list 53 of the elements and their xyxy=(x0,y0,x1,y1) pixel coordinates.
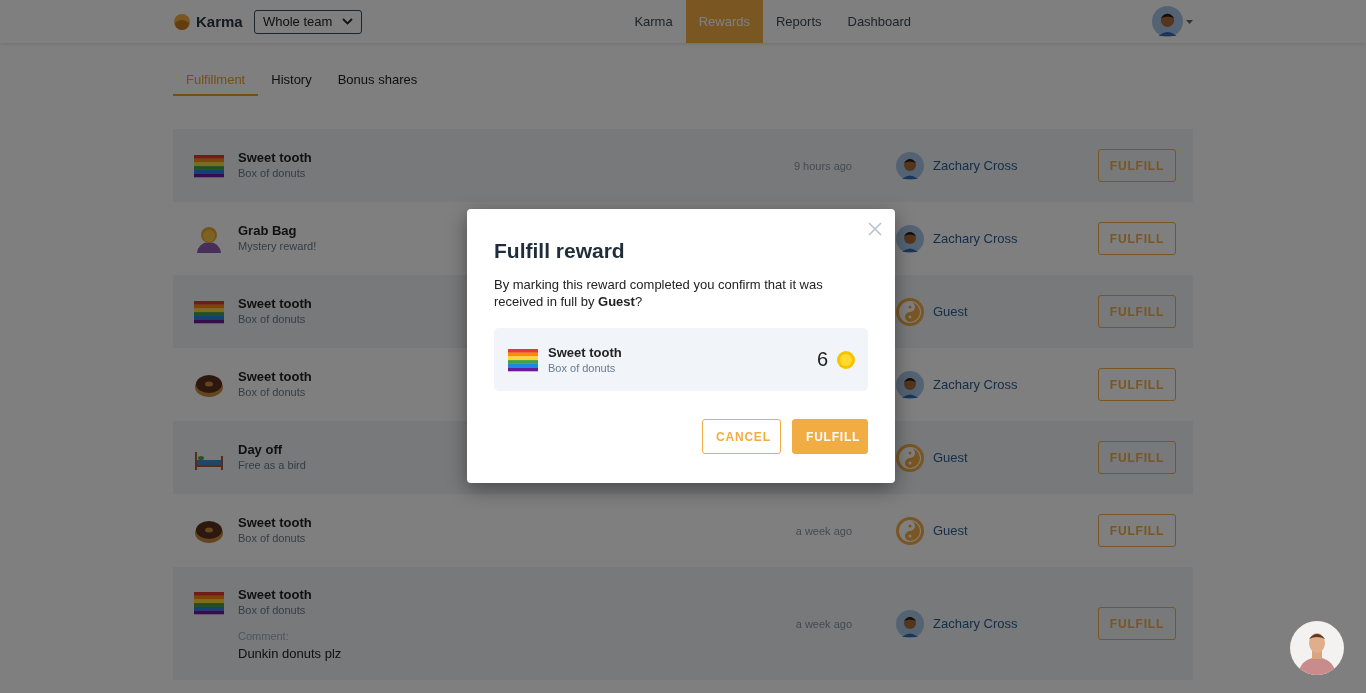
fulfill-button[interactable]: FULFILL xyxy=(1098,222,1176,255)
reward-description: Box of donuts xyxy=(238,312,307,325)
user-link[interactable]: Zachary Cross xyxy=(933,231,1018,246)
user-link[interactable]: Zachary Cross xyxy=(933,158,1018,173)
modal-message: By marking this reward completed you confirm that it was received in full by Guest? xyxy=(494,276,824,310)
avatar-icon xyxy=(1152,6,1183,37)
reward-description: Mystery reward! xyxy=(238,239,317,252)
reward-title: Grab Bag xyxy=(238,222,298,238)
avatar-icon xyxy=(896,151,924,180)
reward-description: Box of donuts xyxy=(238,166,307,179)
reward-description: Box of donuts xyxy=(548,362,617,374)
tab[interactable]: Fulfillment xyxy=(173,72,259,96)
logo-text: Karma xyxy=(196,13,243,30)
fulfill-button[interactable]: FULFILL xyxy=(1098,514,1176,547)
reward-title: Sweet tooth xyxy=(238,514,312,530)
nav-link[interactable]: Reports xyxy=(762,0,835,43)
cancel-button[interactable]: CANCEL xyxy=(702,419,781,454)
team-select[interactable]: Whole team xyxy=(254,9,363,34)
nav-link[interactable]: Rewards xyxy=(685,0,763,43)
comment-text: Dunkin donuts plz xyxy=(238,645,342,661)
nav-link[interactable]: Dashboard xyxy=(834,0,925,43)
tab[interactable]: History xyxy=(258,72,325,96)
reward-title: Sweet tooth xyxy=(548,345,622,360)
user-link[interactable]: Zachary Cross xyxy=(933,377,1018,392)
avatar-icon xyxy=(896,224,924,253)
nav-link[interactable]: Karma xyxy=(621,0,686,43)
close-icon xyxy=(867,221,883,237)
reward-description: Box of donuts xyxy=(238,603,307,616)
reward-title: Sweet tooth xyxy=(238,295,312,311)
user-link[interactable]: Zachary Cross xyxy=(933,616,1018,631)
fulfill-button[interactable]: FULFILL xyxy=(1098,368,1176,401)
chevron-down-icon xyxy=(342,18,354,25)
tab[interactable]: Bonus shares xyxy=(324,72,431,96)
modal-title: Fulfill reward xyxy=(494,239,626,263)
avatar-icon xyxy=(896,609,924,638)
reward-description: Free as a bird xyxy=(238,458,306,471)
coin-icon xyxy=(837,350,855,369)
logo-icon xyxy=(173,12,191,31)
reward-title: Sweet tooth xyxy=(238,149,312,165)
reward-title: Sweet tooth xyxy=(238,586,313,602)
close-button[interactable] xyxy=(867,221,883,237)
caret-icon xyxy=(1186,19,1193,24)
user-link[interactable]: Guest xyxy=(933,450,968,465)
reward-title: Day off xyxy=(238,441,284,457)
user-link[interactable]: Guest xyxy=(933,304,968,319)
reward-description: Box of donuts xyxy=(238,385,307,398)
fulfill-button[interactable]: FULFILL xyxy=(792,419,868,454)
yin-yang-icon xyxy=(896,516,924,545)
user-link[interactable]: Guest xyxy=(933,523,968,538)
avatar-icon xyxy=(896,370,924,399)
reward-cost: 6 xyxy=(816,348,828,371)
reward-description: Box of donuts xyxy=(238,531,307,544)
reward-title: Sweet tooth xyxy=(238,368,312,384)
